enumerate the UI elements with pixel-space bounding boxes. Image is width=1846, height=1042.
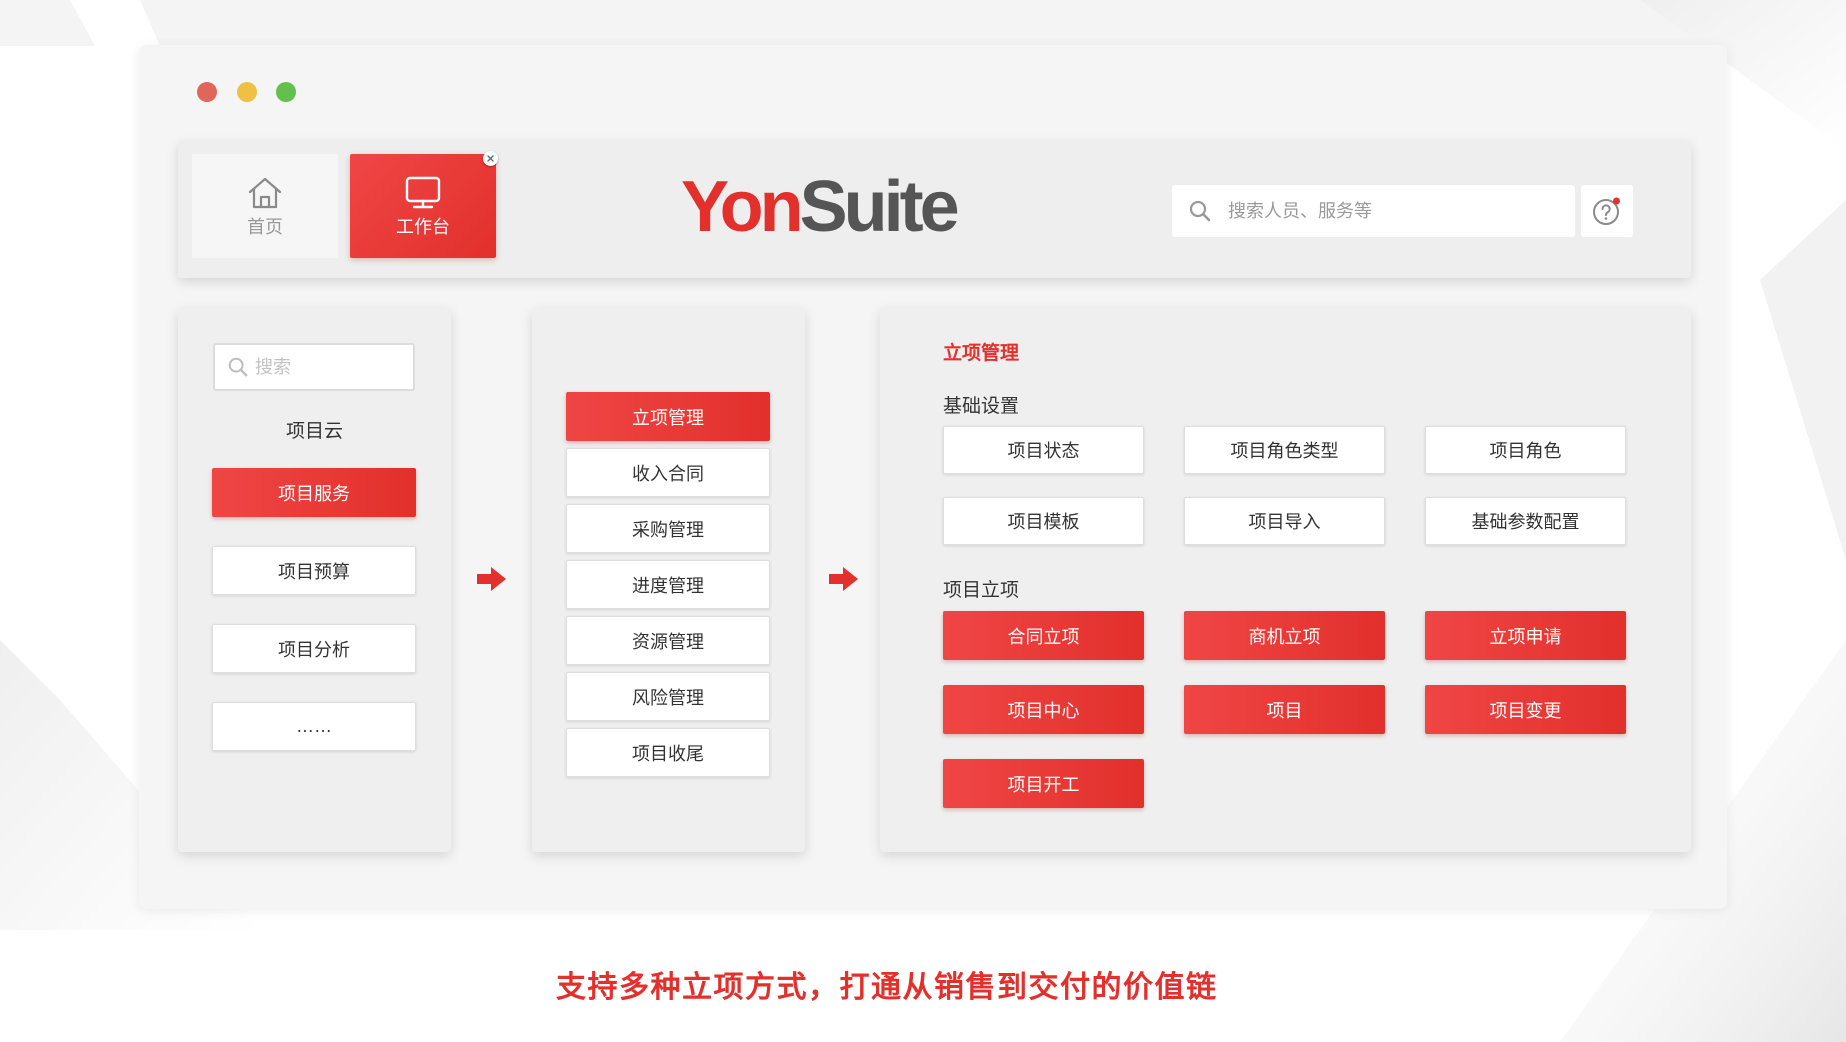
sidebar-list: 项目服务 项目预算 项目分析 …… bbox=[212, 468, 416, 751]
menu-item-closeout[interactable]: 项目收尾 bbox=[566, 728, 770, 777]
window-close-button[interactable] bbox=[197, 82, 217, 102]
initiation-grid: 合同立项 商机立项 立项申请 项目中心 项目 项目变更 项目开工 bbox=[943, 611, 1626, 808]
monitor-icon bbox=[404, 175, 442, 211]
settings-item-role[interactable]: 项目角色 bbox=[1425, 426, 1626, 474]
tab-home[interactable]: 首页 bbox=[192, 154, 338, 258]
search-icon bbox=[1189, 200, 1211, 222]
sidebar-panel: 项目云 项目服务 项目预算 项目分析 …… bbox=[178, 308, 451, 852]
settings-item-role-type[interactable]: 项目角色类型 bbox=[1184, 426, 1385, 474]
window-maximize-button[interactable] bbox=[276, 82, 296, 102]
initiation-item-application[interactable]: 立项申请 bbox=[1425, 611, 1626, 660]
page: 首页 工作台 YonSuite 搜索人员、服务等 搜索 项目云 项目服务 项目预… bbox=[0, 0, 1846, 1042]
menu-item-resources[interactable]: 资源管理 bbox=[566, 616, 770, 665]
section-title-initiation: 项目立项 bbox=[943, 580, 1020, 601]
settings-item-import[interactable]: 项目导入 bbox=[1184, 497, 1385, 545]
section-title-basic-settings: 基础设置 bbox=[943, 396, 1020, 417]
notification-dot bbox=[1613, 197, 1620, 205]
menu-item-risk[interactable]: 风险管理 bbox=[566, 672, 770, 721]
sidebar-search-box[interactable] bbox=[213, 343, 415, 391]
initiation-item-change[interactable]: 项目变更 bbox=[1425, 685, 1626, 734]
menu-item-progress[interactable]: 进度管理 bbox=[566, 560, 770, 609]
global-search-input[interactable] bbox=[1228, 200, 1548, 222]
menu-list: 立项管理 收入合同 采购管理 进度管理 资源管理 风险管理 项目收尾 bbox=[566, 392, 770, 777]
sidebar-item-project-service[interactable]: 项目服务 bbox=[212, 468, 416, 517]
help-button[interactable] bbox=[1581, 185, 1633, 237]
tab-close-button[interactable] bbox=[483, 151, 498, 166]
arrow-right-icon bbox=[829, 567, 858, 591]
settings-item-template[interactable]: 项目模板 bbox=[943, 497, 1144, 545]
initiation-item-opportunity[interactable]: 商机立项 bbox=[1184, 611, 1385, 660]
caption-text: 支持多种立项方式，打通从销售到交付的价值链 bbox=[556, 971, 1218, 1004]
global-search-box[interactable] bbox=[1172, 185, 1575, 237]
search-icon bbox=[228, 357, 248, 377]
detail-title: 立项管理 bbox=[943, 343, 1020, 364]
logo-primary-text: Yon bbox=[681, 167, 804, 247]
sidebar-item-project-budget[interactable]: 项目预算 bbox=[212, 546, 416, 595]
menu-item-initiation[interactable]: 立项管理 bbox=[566, 392, 770, 441]
sidebar-title: 项目云 bbox=[285, 421, 343, 442]
menu-item-procurement[interactable]: 采购管理 bbox=[566, 504, 770, 553]
window-minimize-button[interactable] bbox=[237, 82, 257, 102]
app-window: 首页 工作台 YonSuite 搜索人员、服务等 搜索 项目云 项目服务 项目预… bbox=[139, 45, 1727, 909]
detail-panel: 立项管理 基础设置 项目状态 项目角色类型 项目角色 项目模板 项目导入 基础参… bbox=[880, 308, 1691, 852]
top-header-bar: 首页 工作台 YonSuite bbox=[178, 141, 1691, 278]
initiation-item-project-center[interactable]: 项目中心 bbox=[943, 685, 1144, 734]
menu-panel: 立项管理 收入合同 采购管理 进度管理 资源管理 风险管理 项目收尾 bbox=[532, 308, 805, 852]
initiation-item-project[interactable]: 项目 bbox=[1184, 685, 1385, 734]
menu-item-revenue-contract[interactable]: 收入合同 bbox=[566, 448, 770, 497]
settings-item-parameters[interactable]: 基础参数配置 bbox=[1425, 497, 1626, 545]
settings-item-project-status[interactable]: 项目状态 bbox=[943, 426, 1144, 474]
sidebar-item-more[interactable]: …… bbox=[212, 702, 416, 751]
basic-settings-grid: 项目状态 项目角色类型 项目角色 项目模板 项目导入 基础参数配置 bbox=[943, 426, 1626, 545]
tab-workbench[interactable]: 工作台 bbox=[350, 151, 498, 258]
sidebar-search-input[interactable] bbox=[255, 356, 405, 378]
tab-home-label: 首页 bbox=[247, 217, 283, 237]
home-icon bbox=[247, 175, 283, 211]
arrow-right-icon bbox=[477, 567, 506, 591]
yonsuite-logo: YonSuite bbox=[681, 171, 960, 243]
logo-secondary-text: Suite bbox=[799, 167, 960, 247]
initiation-item-contract[interactable]: 合同立项 bbox=[943, 611, 1144, 660]
sidebar-item-project-analysis[interactable]: 项目分析 bbox=[212, 624, 416, 673]
initiation-item-kickoff[interactable]: 项目开工 bbox=[943, 759, 1144, 808]
close-icon bbox=[487, 155, 494, 162]
tab-workbench-label: 工作台 bbox=[396, 217, 450, 237]
help-icon bbox=[1593, 197, 1620, 225]
